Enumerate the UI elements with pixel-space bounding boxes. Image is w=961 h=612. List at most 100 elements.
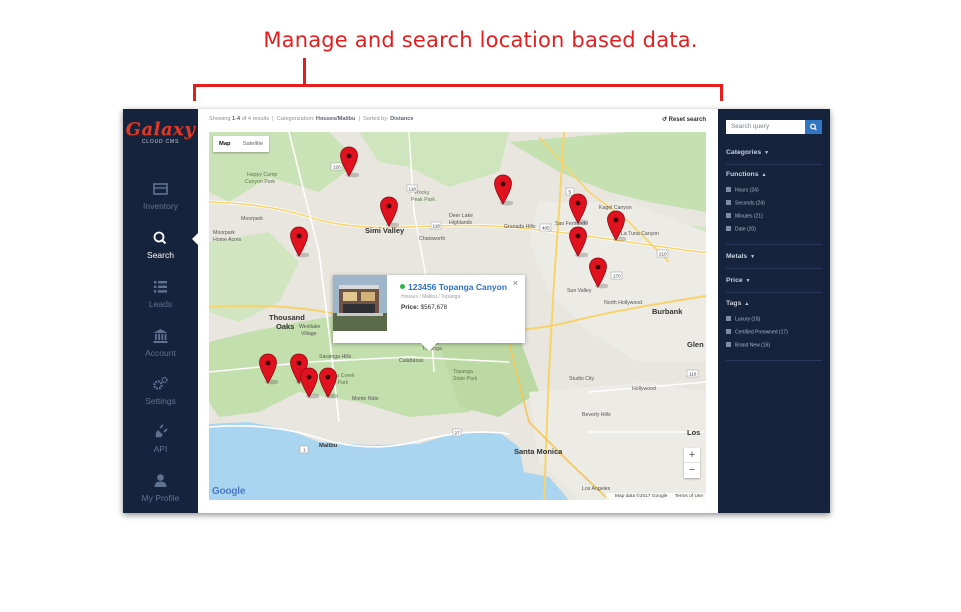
search-input[interactable]: Search query [726, 120, 805, 134]
map-marker-pin-icon[interactable] [258, 353, 278, 385]
search-icon [810, 123, 817, 131]
zoom-in-button[interactable]: + [684, 448, 700, 463]
map-marker-pin-icon[interactable] [379, 196, 399, 228]
map-label: Moorpark [241, 216, 263, 222]
search-button[interactable] [805, 120, 822, 134]
map-attribution: Map data ©2017 Google Terms of Use [606, 493, 706, 500]
map-label: Studio City [569, 376, 594, 382]
app-window: Galaxy CLOUD CMS Inventory Search Leads … [123, 109, 830, 513]
listing-info-popup: × 123456 Topanga Canyon Houses / Malibu … [333, 275, 525, 351]
map-label: Highlands [449, 220, 472, 226]
brand-logo[interactable]: Galaxy CLOUD CMS [123, 119, 198, 145]
sort-value: Distance [390, 116, 414, 122]
road-number: 110 [689, 372, 697, 377]
map-label: Hollywood [632, 386, 656, 392]
map-label: Village [301, 331, 317, 337]
filter-section-label: Price [726, 277, 743, 284]
annotation-bracket-stem [303, 58, 306, 85]
road-number: 27 [455, 431, 461, 436]
filter-checkbox[interactable]: Luxury (16) [726, 316, 760, 323]
filter-checkbox[interactable]: Seconds (24) [726, 200, 765, 207]
sidebar-item-settings[interactable]: Settings [123, 374, 198, 420]
road-shield: 1 [299, 445, 309, 454]
reset-icon: ↺ [661, 117, 667, 123]
filter-panel: Search query Categories ▼ Functions ▲ Hour… [718, 109, 830, 513]
map-label: Deer Lake [449, 213, 473, 219]
road-shield: 170 [610, 271, 623, 280]
filter-checkbox[interactable]: Hours (24) [726, 187, 759, 194]
map-marker-pin-icon[interactable] [318, 367, 338, 399]
divider [726, 360, 822, 361]
map-label: Granada Hills [504, 224, 536, 230]
map-view[interactable]: Happy Camp Canyon Park Rocky Peak Park M… [209, 132, 706, 500]
close-icon[interactable]: × [513, 278, 518, 288]
sidebar-item-api[interactable]: API [123, 422, 198, 468]
map-label: Peak Park [411, 197, 435, 203]
listing-breadcrumb: Houses / Malibu / Topanga [401, 294, 461, 300]
map-label: Saratoga Hills [319, 354, 352, 360]
zoom-out-button[interactable]: − [684, 463, 700, 478]
map-marker-pin-icon[interactable] [299, 367, 319, 399]
filter-functions-toggle[interactable]: Functions ▲ [726, 171, 766, 178]
sidebar-item-inventory[interactable]: Inventory [123, 179, 198, 225]
filter-option-label: Brand New (16) [735, 342, 771, 349]
search-icon [153, 231, 167, 245]
results-summary: Showing 1-4 of 4 results | Categorizatio… [209, 116, 414, 122]
map-type-satellite-button[interactable]: Satellite [237, 136, 270, 152]
map-marker-pin-icon[interactable] [606, 210, 626, 242]
map-label: Chatsworth [419, 236, 445, 242]
filter-section-label: Categories [726, 149, 762, 156]
sidebar-item-account[interactable]: Account [123, 326, 198, 372]
sidebar-item-leads[interactable]: Leads [123, 277, 198, 323]
results-count: of 4 results [241, 116, 270, 122]
checkbox-icon [726, 329, 731, 334]
map-type-control: Map Satellite [213, 136, 270, 152]
road-shield: 210 [656, 249, 669, 258]
filter-price-toggle[interactable]: Price ▼ [726, 277, 751, 284]
filter-checkbox[interactable]: Minutes (21) [726, 213, 763, 220]
map-label: Topanga [453, 369, 473, 375]
sort-prefix: Sorted by: [363, 116, 389, 122]
map-type-map-button[interactable]: Map [213, 136, 237, 152]
checkbox-icon [726, 187, 731, 192]
checkbox-icon [726, 200, 731, 205]
listing-price: Price: $567,678 [401, 304, 447, 311]
checkbox-icon [726, 342, 731, 347]
map-marker-pin-icon[interactable] [493, 174, 513, 206]
sidebar-item-label: Settings [145, 396, 176, 406]
caret-down-icon: ▼ [745, 278, 751, 284]
bank-icon [153, 329, 168, 343]
sidebar-item-search[interactable]: Search [123, 228, 198, 274]
terms-of-use-link[interactable]: Terms of Use [675, 494, 703, 499]
filter-checkbox[interactable]: Date (20) [726, 226, 756, 233]
filter-checkbox[interactable]: Brand New (16) [726, 342, 770, 349]
map-label: Beverly Hills [582, 412, 611, 418]
filter-metals-toggle[interactable]: Metals ▼ [726, 253, 755, 260]
map-marker-pin-icon[interactable] [568, 193, 588, 225]
google-logo[interactable]: Google [212, 486, 245, 497]
road-number: 210 [659, 252, 667, 257]
map-marker-pin-icon[interactable] [289, 226, 309, 258]
filter-option-label: Certified Preowned (17) [735, 329, 788, 336]
checkbox-icon [726, 226, 731, 231]
road-number: 1 [303, 448, 306, 453]
map-marker-pin-icon[interactable] [588, 257, 608, 289]
checkbox-icon [726, 316, 731, 321]
reset-search-button[interactable]: ↺ Reset search [662, 116, 706, 123]
filter-categories-toggle[interactable]: Categories ▼ [726, 149, 769, 156]
filter-checkbox[interactable]: Certified Preowned (17) [726, 329, 788, 336]
map-marker-pin-icon[interactable] [568, 226, 588, 258]
road-number: 170 [613, 274, 621, 279]
map-label: Moorpark [213, 230, 235, 236]
sidebar-item-my-profile[interactable]: My Profile [123, 471, 198, 513]
filter-tags-toggle[interactable]: Tags ▲ [726, 300, 749, 307]
price-value: $567,678 [420, 304, 448, 311]
main-panel: Showing 1-4 of 4 results | Categorizatio… [198, 109, 718, 513]
listing-photo[interactable] [333, 275, 387, 331]
map-label: Santa Monica [514, 447, 563, 456]
road-number: 405 [542, 226, 550, 231]
map-marker-pin-icon[interactable] [339, 146, 359, 178]
status-dot-icon [400, 284, 405, 289]
map-label: Happy Camp [247, 172, 277, 178]
listing-title-link[interactable]: 123456 Topanga Canyon [400, 282, 507, 292]
